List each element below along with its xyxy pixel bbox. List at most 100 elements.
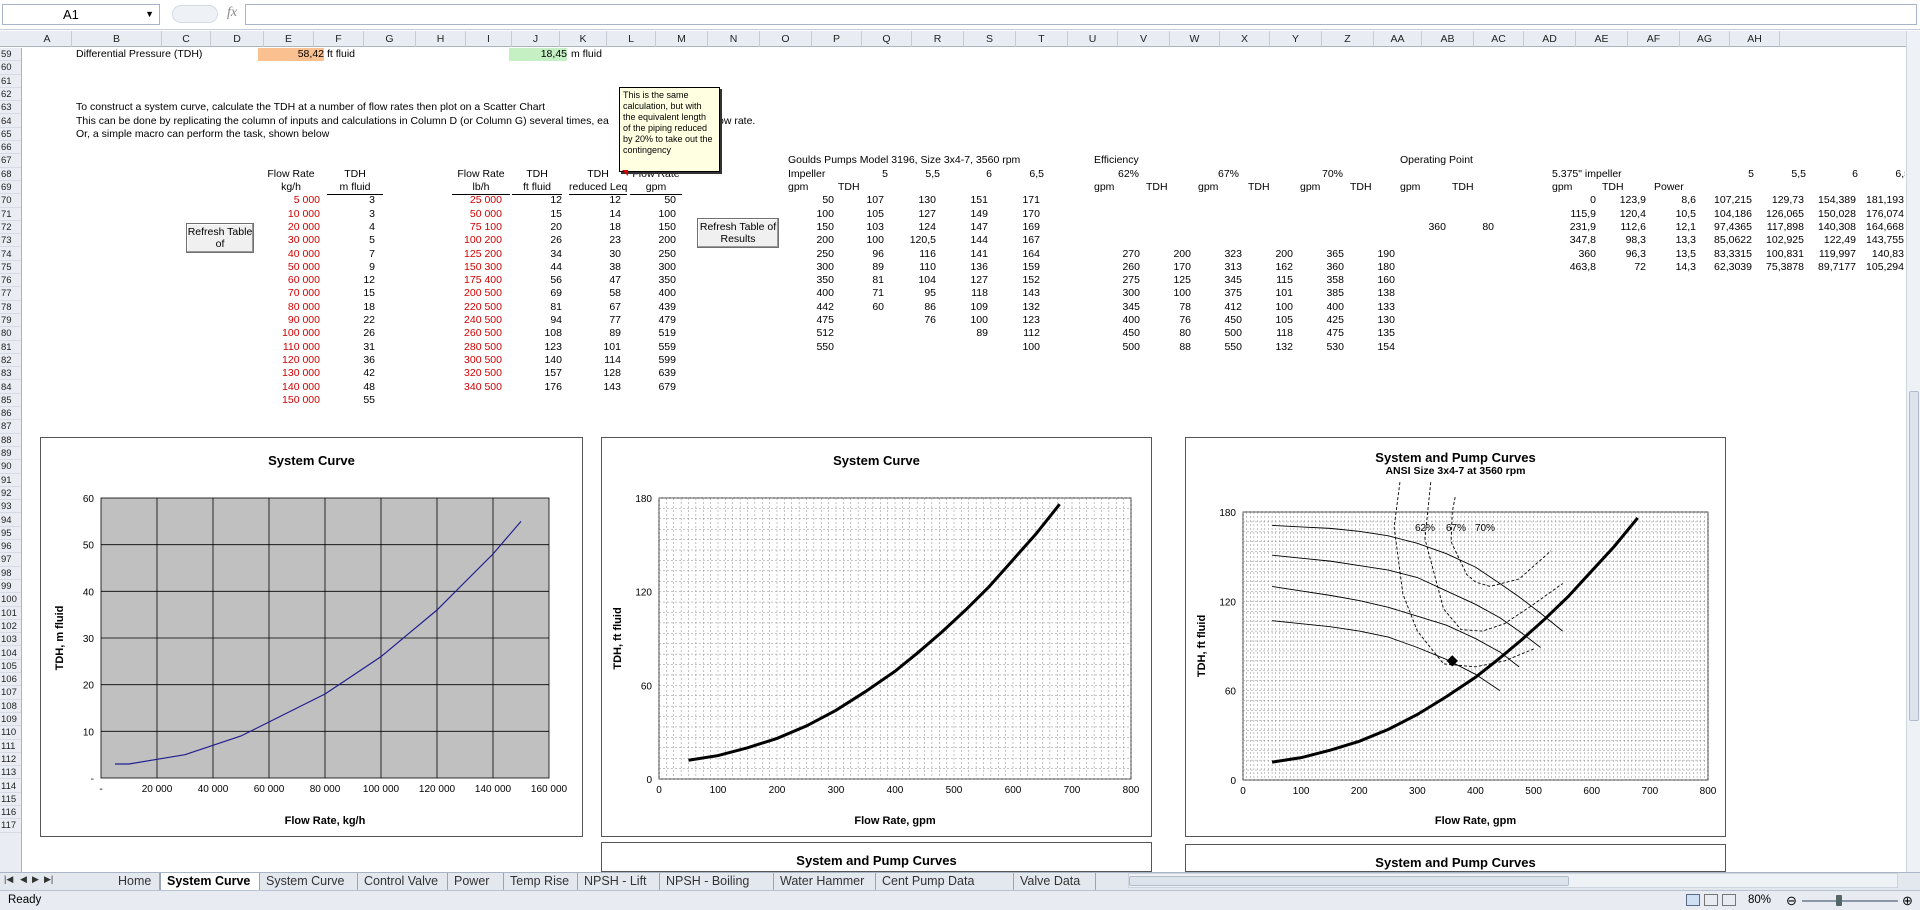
row-header[interactable]: 82 [0,354,21,368]
col-header[interactable]: TDH [327,168,383,181]
gpm-cell[interactable]: 400 [800,287,834,300]
tdh-cell[interactable]: 94 [512,314,562,327]
sheet-tab[interactable]: System Curve 1 [160,873,260,905]
col-header[interactable]: gpm [1400,181,1420,194]
row-header[interactable]: 81 [0,341,21,354]
eff-cell[interactable]: 160 [1359,274,1395,287]
row-header[interactable]: 106 [0,673,21,687]
gpm-cell[interactable]: 150 [628,221,676,234]
impeller-cell[interactable]: 0 [1556,194,1596,207]
eff-cell[interactable]: 115 [1257,274,1293,287]
impeller-title[interactable]: 5.375" impeller [1552,168,1622,181]
note-text[interactable]: This can be done by replicating the colu… [76,115,609,128]
row-header[interactable]: 110 [0,726,21,740]
col-header[interactable]: TDH [1248,181,1270,194]
eff-cell[interactable]: 500 [1206,327,1242,340]
tdh-cell[interactable]: 100 [952,314,988,327]
row-header[interactable]: 87 [0,420,21,434]
impeller-cell[interactable]: 126,065 [1758,208,1804,221]
row-header[interactable]: 93 [0,500,21,514]
note-text[interactable]: ow rate. [718,115,755,128]
eff-cell[interactable]: 300 [1104,287,1140,300]
page-break-icon[interactable] [1722,894,1736,906]
impeller-cell[interactable]: 62,3039 [1706,261,1752,274]
sheet-tab[interactable]: Control Valve [358,873,448,890]
row-header[interactable]: 101 [0,607,21,620]
eff-cell[interactable]: 162 [1257,261,1293,274]
tdh-reduced-cell[interactable]: 12 [569,194,621,207]
row-header[interactable]: 92 [0,487,21,501]
tdh-cell[interactable]: 109 [952,301,988,314]
impeller-cell[interactable]: 100,831 [1758,248,1804,261]
row-header[interactable]: 79 [0,314,21,328]
gpm-cell[interactable]: 350 [800,274,834,287]
row-header[interactable]: 85 [0,394,21,408]
gpm-cell[interactable]: 300 [628,261,676,274]
flow-cell[interactable]: 110 000 [258,341,320,354]
eff-cell[interactable]: 425 [1308,314,1344,327]
tdh-cell[interactable]: 86 [900,301,936,314]
flow-cell[interactable]: 130 000 [258,367,320,380]
eff-cell[interactable]: 88 [1155,341,1191,354]
impeller-cell[interactable]: 119,997 [1810,248,1856,261]
row-header[interactable]: 76 [0,274,21,288]
row-header[interactable]: 65 [0,128,21,142]
row-header[interactable]: 96 [0,540,21,554]
flow-cell[interactable]: 125 200 [448,248,502,261]
column-header[interactable]: A [23,31,72,47]
impeller-cell[interactable]: 120,4 [1604,208,1646,221]
col-header[interactable]: Power [1654,181,1684,194]
row-header[interactable]: 90 [0,460,21,474]
row-header[interactable]: 64 [0,115,21,128]
row-header[interactable]: 71 [0,208,21,221]
tdh-cell[interactable]: 56 [512,274,562,287]
eff-70[interactable]: 70% [1322,168,1343,181]
gpm-cell[interactable]: 479 [628,314,676,327]
impeller-size[interactable]: 5,5 [904,168,940,181]
row-header[interactable]: 91 [0,474,21,487]
impeller-col[interactable]: 5,5 [1778,168,1806,181]
flow-cell[interactable]: 260 500 [448,327,502,340]
column-header[interactable]: E [264,31,314,47]
gpm-cell[interactable]: 559 [628,341,676,354]
zoom-out-icon[interactable]: ⊖ [1786,891,1797,910]
eff-cell[interactable]: 475 [1308,327,1344,340]
row-header[interactable]: 77 [0,287,21,301]
col-header[interactable]: Flow Rate [258,168,324,181]
row-header[interactable]: 60 [0,61,21,75]
gpm-cell[interactable]: 679 [628,381,676,394]
eff-cell[interactable]: 400 [1104,314,1140,327]
impeller-cell[interactable]: 463,8 [1556,261,1596,274]
row-header[interactable]: 100 [0,593,21,607]
operating-title[interactable]: Operating Point [1400,154,1473,167]
row-header[interactable]: 114 [0,780,21,793]
eff-cell[interactable]: 130 [1359,314,1395,327]
gpm-cell[interactable]: 250 [800,248,834,261]
column-header[interactable]: U [1068,31,1118,47]
impeller-cell[interactable]: 150,028 [1810,208,1856,221]
impeller-cell[interactable]: 10,5 [1656,208,1696,221]
tdh-cell[interactable]: 3 [327,208,375,221]
col-header[interactable]: TDH [1452,181,1474,194]
eff-cell[interactable]: 260 [1104,261,1140,274]
row-header[interactable]: 70 [0,194,21,208]
gpm-cell[interactable]: 639 [628,367,676,380]
efficiency-title[interactable]: Efficiency [1094,154,1139,167]
column-header[interactable]: R [912,31,964,47]
flow-cell[interactable]: 200 500 [448,287,502,300]
eff-cell[interactable]: 118 [1257,327,1293,340]
tdh-cell[interactable]: 100 [848,234,884,247]
tdh-cell[interactable]: 112 [1004,327,1040,340]
row-header[interactable]: 66 [0,141,21,155]
tdh-cell[interactable]: 3 [327,194,375,207]
column-header[interactable]: B [72,31,162,47]
tdh-reduced-cell[interactable]: 128 [569,367,621,380]
tdh-cell[interactable]: 143 [1004,287,1040,300]
gpm-cell[interactable]: 50 [628,194,676,207]
impeller-cell[interactable]: 89,7177 [1810,261,1856,274]
col-header[interactable]: Flow Rate [452,168,510,181]
flow-cell[interactable]: 220 500 [448,301,502,314]
impeller-cell[interactable]: 154,389 [1810,194,1856,207]
row-header[interactable]: 72 [0,221,21,235]
column-header[interactable]: C [162,31,211,47]
